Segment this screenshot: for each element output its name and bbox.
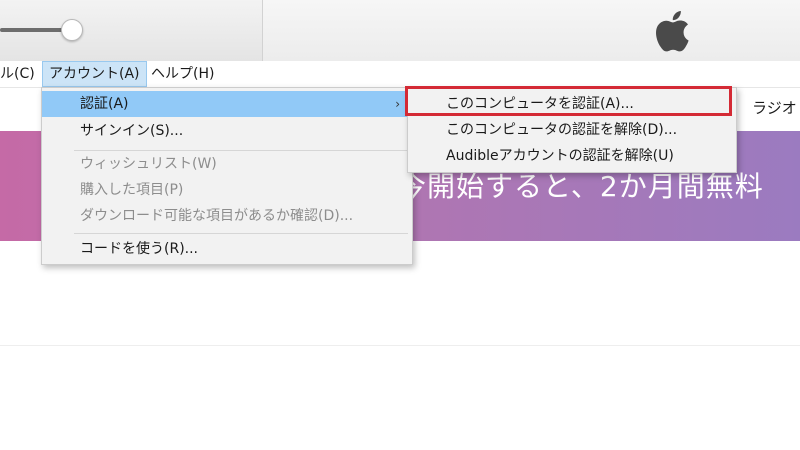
- menu-item-label: ダウンロード可能な項目があるか確認(D)...: [80, 208, 354, 224]
- menu-controls[interactable]: ル(C): [0, 61, 41, 87]
- menu-separator: [74, 233, 408, 234]
- content-divider: [0, 345, 800, 346]
- annotation-highlight-box: [405, 86, 732, 116]
- submenu-arrow-icon: ›: [395, 97, 400, 111]
- submenu-item-deauthorize-computer[interactable]: このコンピュータの認証を解除(D)...: [408, 117, 736, 143]
- menu-item-label: ウィッシュリスト(W): [80, 156, 217, 172]
- account-menu: 認証(A) › サインイン(S)... ウィッシュリスト(W) 購入した項目(P…: [41, 87, 413, 265]
- nav-radio-link[interactable]: ラジオ: [752, 97, 797, 118]
- status-display-area: [263, 0, 800, 61]
- menu-bar: ル(C) アカウント(A) ヘルプ(H): [0, 61, 800, 88]
- menu-item-label: コードを使う(R)...: [80, 241, 199, 257]
- menu-help[interactable]: ヘルプ(H): [145, 61, 220, 87]
- menu-item-check-downloads: ダウンロード可能な項目があるか確認(D)...: [42, 203, 412, 229]
- menu-item-sign-in[interactable]: サインイン(S)...: [42, 118, 412, 144]
- menu-item-label: 認証(A): [80, 96, 129, 112]
- menu-item-wishlist: ウィッシュリスト(W): [42, 151, 412, 177]
- menu-item-label: サインイン(S)...: [80, 123, 184, 139]
- menu-item-authorize[interactable]: 認証(A) ›: [42, 91, 412, 117]
- apple-icon: [656, 11, 689, 52]
- menu-item-label: 購入した項目(P): [80, 182, 184, 198]
- menu-item-purchased: 購入した項目(P): [42, 177, 412, 203]
- submenu-item-deauthorize-audible[interactable]: Audibleアカウントの認証を解除(U): [408, 143, 736, 169]
- toolbar: [0, 0, 800, 62]
- menu-account[interactable]: アカウント(A): [42, 61, 147, 87]
- menu-item-redeem-code[interactable]: コードを使う(R)...: [42, 236, 412, 262]
- submenu-item-label: このコンピュータの認証を解除(D)...: [446, 122, 678, 138]
- volume-slider-knob[interactable]: [61, 19, 83, 41]
- submenu-item-label: Audibleアカウントの認証を解除(U): [446, 148, 674, 164]
